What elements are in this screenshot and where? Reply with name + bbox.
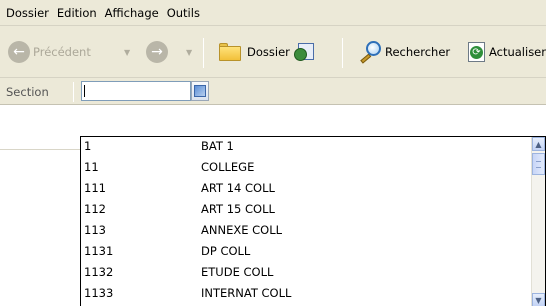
scroll-up-button[interactable]: ▲ (532, 137, 545, 151)
menu-dossier[interactable]: Dossier (2, 0, 53, 26)
back-dropdown-button[interactable]: ▼ (124, 26, 130, 78)
grip-icon (536, 160, 541, 168)
forward-arrow-icon: → (146, 41, 168, 63)
item-label: BAT 1 (201, 139, 234, 153)
section-bar: Section (0, 78, 546, 105)
chevron-down-icon: ▼ (535, 295, 542, 305)
item-label: ART 15 COLL (201, 202, 275, 216)
list-item[interactable]: 1 BAT 1 (81, 137, 533, 155)
search-label: Rechercher (385, 45, 451, 59)
item-label: INTERNAT COLL (201, 286, 292, 300)
section-divider (73, 82, 74, 102)
item-code: 112 (84, 202, 106, 216)
toolbar-separator (342, 38, 343, 68)
item-label: DP COLL (201, 244, 251, 258)
section-label: Section (6, 85, 49, 99)
back-arrow-icon: ← (8, 41, 30, 63)
item-code: 1131 (84, 244, 114, 258)
toolbar: ← Précédent ▼ → ▼ Dossier Rechercher ⟳ A… (0, 26, 546, 78)
folders-button[interactable]: Dossier (218, 26, 290, 78)
section-edit-button[interactable] (191, 81, 209, 101)
back-button[interactable]: ← Précédent (8, 26, 91, 78)
item-code: 1132 (84, 265, 114, 279)
left-pane (0, 105, 80, 306)
item-code: 111 (84, 181, 106, 195)
scroll-down-button[interactable]: ▼ (532, 293, 545, 306)
text-caret (84, 85, 85, 97)
edit-icon (194, 85, 206, 97)
list-item[interactable]: 1131 DP COLL (81, 242, 533, 260)
list-item[interactable]: 113 ANNEXE COLL (81, 221, 533, 239)
left-pane-divider (0, 149, 80, 150)
folders-label: Dossier (247, 45, 290, 59)
list-item[interactable]: 1133 INTERNAT COLL (81, 284, 533, 302)
forward-dropdown-button[interactable]: ▼ (186, 26, 192, 78)
section-input[interactable] (81, 81, 191, 101)
chevron-up-icon: ▲ (535, 139, 542, 149)
item-label: ANNEXE COLL (201, 223, 283, 237)
list-item[interactable]: 11 COLLEGE (81, 158, 533, 176)
menu-outils[interactable]: Outils (163, 0, 204, 26)
item-code: 1133 (84, 286, 114, 300)
history-icon (294, 42, 316, 62)
refresh-icon: ⟳ (466, 41, 485, 63)
list-item[interactable]: 111 ART 14 COLL (81, 179, 533, 197)
menu-bar: Dossier Edition Affichage Outils (0, 0, 546, 26)
list-item[interactable]: 1132 ETUDE COLL (81, 263, 533, 281)
history-button[interactable] (294, 26, 316, 78)
menu-edition[interactable]: Edition (53, 0, 101, 26)
refresh-button[interactable]: ⟳ Actualiser (466, 26, 546, 78)
section-dropdown-list[interactable]: 1 BAT 1 11 COLLEGE 111 ART 14 COLL 112 A… (80, 136, 546, 306)
item-code: 113 (84, 223, 106, 237)
search-icon (356, 40, 382, 64)
item-label: ETUDE COLL (201, 265, 274, 279)
refresh-label: Actualiser (488, 45, 546, 59)
list-item[interactable]: 112 ART 15 COLL (81, 200, 533, 218)
item-label: ART 14 COLL (201, 181, 275, 195)
item-label: COLLEGE (201, 160, 255, 174)
item-code: 1 (84, 139, 92, 153)
scroll-thumb[interactable] (532, 153, 545, 175)
search-button[interactable]: Rechercher (356, 26, 450, 78)
chevron-down-icon: ▼ (124, 47, 131, 57)
folder-icon (218, 42, 242, 62)
chevron-down-icon: ▼ (186, 47, 193, 57)
toolbar-separator (203, 38, 204, 68)
back-label: Précédent (33, 45, 91, 59)
item-code: 11 (84, 160, 99, 174)
vertical-scrollbar[interactable]: ▲ ▼ (531, 137, 545, 306)
forward-button[interactable]: → (146, 26, 168, 78)
menu-affichage[interactable]: Affichage (101, 0, 163, 26)
